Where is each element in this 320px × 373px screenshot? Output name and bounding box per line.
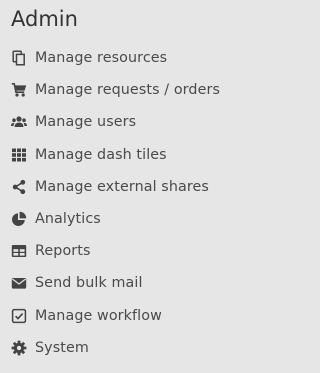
menu-item-system[interactable]: System [11,332,282,364]
envelope-icon [11,275,27,291]
menu-item-send-bulk-mail[interactable]: Send bulk mail [11,267,282,299]
menu-item-analytics[interactable]: Analytics [11,203,282,235]
users-icon [11,114,27,130]
menu-item-label: Manage users [35,114,137,131]
menu-item-label: System [35,339,89,356]
table-icon [11,243,27,259]
files-icon [11,50,27,66]
menu-item-label: Manage requests / orders [35,82,221,99]
checkbox-icon [11,308,27,324]
menu-item-label: Manage workflow [35,307,162,324]
menu-item-reports[interactable]: Reports [11,235,282,267]
menu-item-label: Manage resources [35,50,168,67]
menu-item-label: Analytics [35,211,101,228]
admin-menu: Manage resources Manage requests / order… [11,42,282,364]
admin-menu-panel: Admin Manage resources Manage requests /… [0,0,282,373]
menu-item-label: Manage external shares [35,178,209,195]
grid-icon [11,147,27,163]
menu-item-label: Manage dash tiles [35,146,167,163]
menu-item-manage-resources[interactable]: Manage resources [11,42,282,74]
pie-chart-icon [11,211,27,227]
menu-item-label: Send bulk mail [35,275,143,292]
share-icon [11,179,27,195]
menu-item-label: Reports [35,243,91,260]
menu-item-manage-workflow[interactable]: Manage workflow [11,300,282,332]
page-title: Admin [11,7,78,31]
gear-icon [11,340,27,356]
menu-item-manage-users[interactable]: Manage users [11,106,282,138]
menu-item-manage-external-shares[interactable]: Manage external shares [11,171,282,203]
menu-item-manage-requests[interactable]: Manage requests / orders [11,74,282,106]
shopping-cart-icon [11,82,27,98]
menu-item-manage-dash-tiles[interactable]: Manage dash tiles [11,139,282,171]
